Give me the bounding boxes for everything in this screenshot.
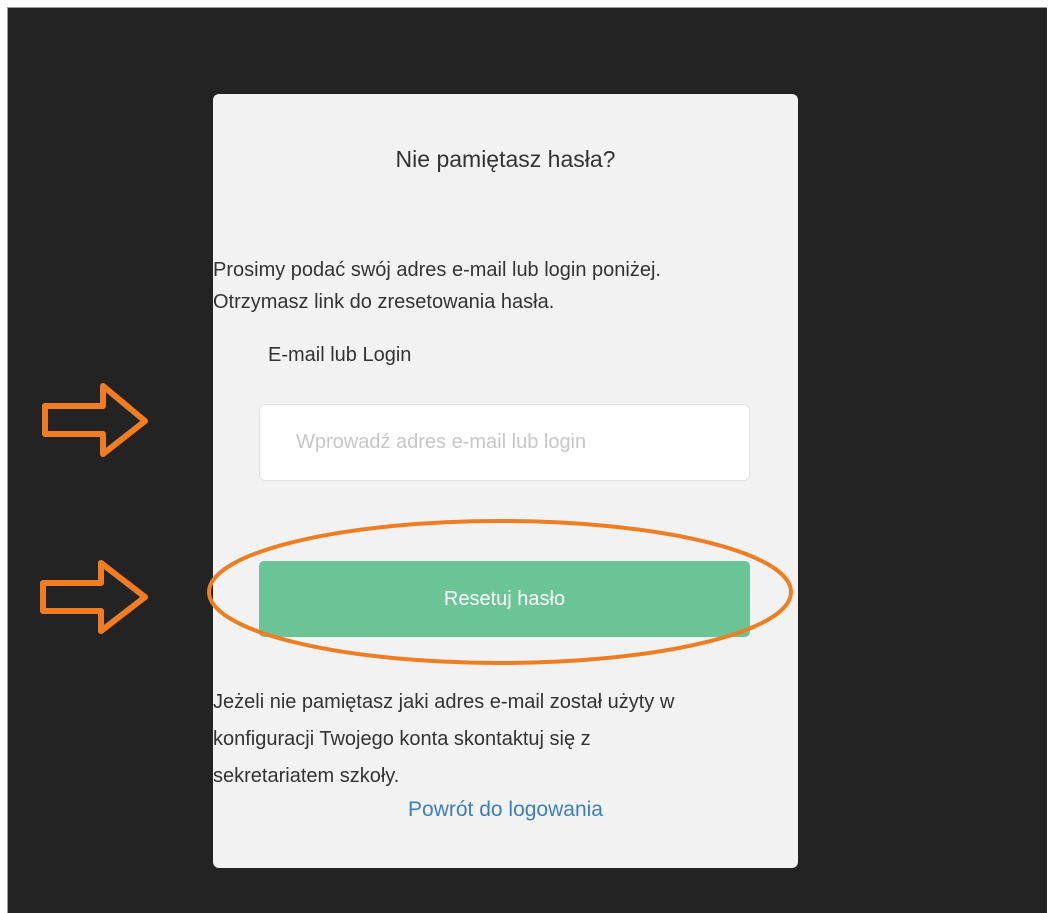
instructions-line: Prosimy podać swój adres e-mail lub logi…	[213, 259, 661, 281]
reset-password-button[interactable]: Resetuj hasło	[259, 561, 750, 637]
page-title: Nie pamiętasz hasła?	[395, 146, 616, 172]
email-login-input[interactable]	[259, 404, 750, 481]
right-arrow-icon	[42, 383, 148, 457]
instructions-text: Prosimy podać swój adres e-mail lub logi…	[213, 254, 793, 318]
help-note-line: sekretariatem szkoły.	[213, 765, 400, 787]
back-to-login-link[interactable]: Powrót do logowania	[213, 798, 798, 822]
right-arrow-icon	[40, 560, 148, 634]
app-screen: Nie pamiętasz hasła? Prosimy podać swój …	[7, 7, 1047, 913]
help-note-line: konfiguracji Twojego konta skontaktuj si…	[213, 728, 591, 750]
password-reset-card: Nie pamiętasz hasła? Prosimy podać swój …	[213, 94, 798, 868]
instructions-line: Otrzymasz link do zresetowania hasła.	[213, 291, 555, 313]
email-login-label: E-mail lub Login	[268, 344, 412, 366]
help-note-line: Jeżeli nie pamiętasz jaki adres e-mail z…	[213, 691, 675, 713]
help-note: Jeżeli nie pamiętasz jaki adres e-mail z…	[213, 684, 798, 795]
